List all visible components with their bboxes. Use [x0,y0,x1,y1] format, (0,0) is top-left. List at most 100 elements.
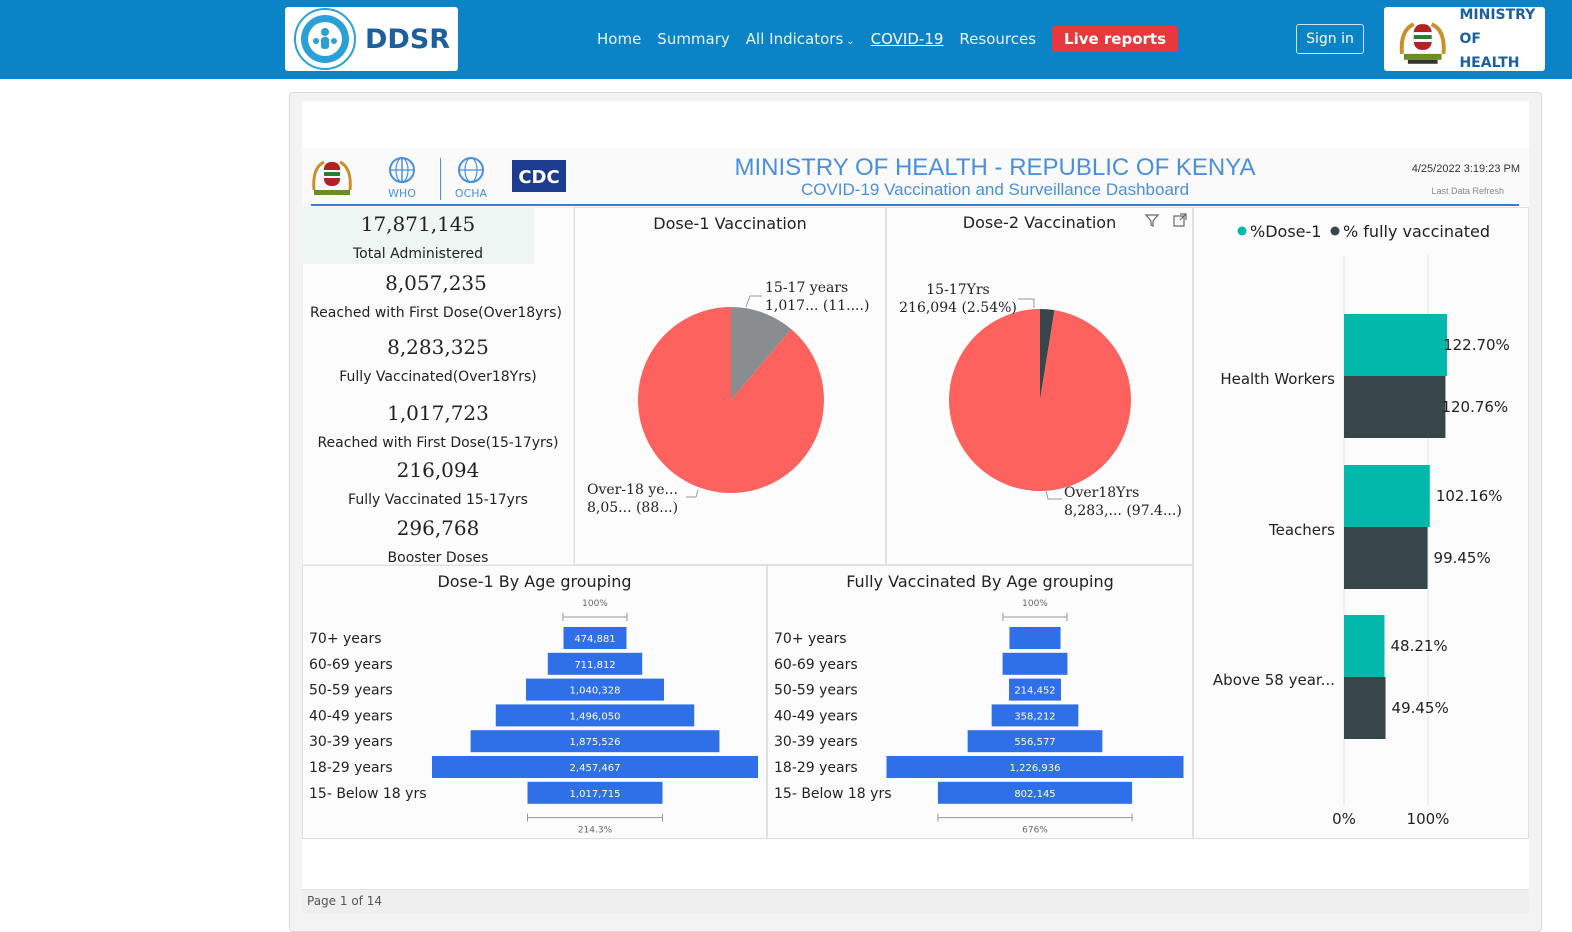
bar-label-0-0: 122.70% [1443,336,1510,354]
nav-all-indicators[interactable]: All Indicators ⌄ [746,30,855,48]
dose1-age-funnel-chart[interactable]: 100% 70+ years 474,881 60-69 years 711,812 50… [302,565,767,839]
ddsr-logo-link[interactable]: DDSR [285,7,458,71]
bar-label-1-0: 102.16% [1436,487,1503,505]
legend-label-1[interactable]: % fully vaccinated [1343,222,1490,241]
dose1-label-over18-name: Over-18 ye... [587,482,678,498]
kpi-total-value: 17,871,145 [360,212,476,236]
nav-covid-19[interactable]: COVID-19 [871,30,944,48]
dose1-age-category-1: 60-69 years [309,657,393,673]
kenya-coat-of-arms-icon [312,160,352,195]
dose2-label-over18-value: 8,283,... (97.4...) [1064,503,1182,519]
bar-label-1-1: 99.45% [1434,549,1491,567]
dose1-label-15-17-value: 1,017... (11....) [765,298,870,314]
bar-label-0-1: 120.76% [1441,398,1508,416]
dose1-label-over18-value: 8,05... (88...) [587,500,679,516]
fully-age-bar-0[interactable] [1009,627,1061,649]
sign-in-button[interactable]: Sign in [1296,24,1364,54]
legend-marker-0 [1237,226,1247,236]
dose2-label-15-17: 15-17Yrs 216,094 (2.54%) [899,281,1017,317]
refresh-time: 4/25/2022 3:19:23 PM [1411,163,1520,175]
kpi-booster-label: Booster Doses [387,550,489,566]
nav-resources[interactable]: Resources [959,30,1036,48]
nav-all-indicators-label: All Indicators [745,30,844,48]
dose1-age-value-4: 1,875,526 [570,737,621,748]
dose2-label-over18-name: Over18Yrs [1064,485,1140,501]
dose1-pie-leader-0 [745,295,762,308]
kpi-fully-over18-value: 8,283,325 [387,335,489,359]
fully-age-value-4: 556,577 [1014,737,1055,748]
fully-age-category-4: 30-39 years [774,734,858,750]
nav-home[interactable]: Home [597,30,641,48]
title-rule [311,204,1519,206]
ocha-logo-icon: OCHA [455,157,488,200]
brand-name: DDSR [365,23,451,55]
fully-age-category-5: 18-29 years [774,760,858,776]
kpi-fully-15-17-label: Fully Vaccinated 15-17yrs [348,492,528,508]
fully-age-bottom-label: 676% [1022,826,1048,836]
dose2-label-15-17-name: 15-17Yrs [926,282,990,298]
dose1-age-category-0: 70+ years [309,631,382,647]
dashboard-subtitle: COVID-19 Vaccination and Surveillance Da… [800,180,1190,199]
bar-1-1[interactable] [1344,527,1428,589]
dashboard-title: MINISTRY OF HEALTH - REPUBLIC OF KENYA [734,154,1256,181]
fully-age-value-2: 214,452 [1014,686,1055,697]
bar-label-2-1: 49.45% [1392,699,1449,717]
category-label-2: Above 58 year... [1213,671,1335,689]
dose2-pie-leader-0 [1018,298,1035,308]
dose1-age-value-3: 1,496,050 [570,711,621,722]
main-nav: Home Summary All Indicators ⌄ COVID-19 Re… [597,25,1194,53]
ministry-line-2: OF HEALTH [1459,31,1520,71]
dose1-age-value-0: 474,881 [574,634,615,645]
bar-0-1[interactable] [1344,376,1446,438]
ddsr-emblem-icon [294,8,356,70]
fully-age-category-3: 40-49 years [774,708,858,724]
dose1-age-value-1: 711,812 [574,660,615,671]
x-tick-0: 0% [1332,810,1356,828]
fully-age-value-6: 802,145 [1014,789,1055,800]
dose1-age-category-5: 18-29 years [309,760,393,776]
occupation-bar-chart[interactable]: %Dose-1 % fully vaccinated 0% 100% Health Wo… [1193,207,1529,839]
ministry-of-health-logo[interactable]: MINISTRY OF HEALTH [1384,7,1545,71]
cdc-logo-icon: CDC [512,160,566,192]
chevron-down-icon: ⌄ [846,36,855,47]
dose1-pie-slice-1[interactable] [638,307,824,494]
bar-0-0[interactable] [1344,314,1448,376]
bar-2-1[interactable] [1344,677,1386,739]
page-indicator[interactable]: Page 1 of 14 [302,889,1529,913]
kenya-coat-of-arms-icon [1399,22,1446,64]
live-reports-button[interactable]: Live reports [1052,26,1179,52]
fully-age-funnel-chart[interactable]: 100% 70+ years 60-69 years 50-59 years 214,4… [767,565,1193,839]
bar-1-0[interactable] [1344,465,1430,527]
dose1-age-value-5: 2,457,467 [570,763,621,774]
dose2-pie-leader-1 [1045,490,1062,500]
dose1-label-over18: Over-18 ye... 8,05... (88...) [587,481,678,517]
fully-age-category-2: 50-59 years [774,683,858,699]
dose1-age-category-3: 40-49 years [309,708,393,724]
category-label-0: Health Workers [1220,370,1335,388]
kpi-fully-15-17-value: 216,094 [396,458,480,482]
dose1-label-15-17-name: 15-17 years [765,280,849,296]
nav-summary[interactable]: Summary [657,30,730,48]
fully-age-bar-1[interactable] [1002,652,1068,675]
kpi-booster-value: 296,768 [396,516,480,540]
dose1-age-category-2: 50-59 years [309,683,393,699]
category-label-1: Teachers [1268,521,1335,539]
legend-label-0[interactable]: %Dose-1 [1250,222,1321,241]
dose2-pie-slice-1[interactable] [949,309,1131,491]
fully-age-value-5: 1,226,936 [1010,763,1061,774]
x-tick-1: 100% [1407,810,1450,828]
ocha-text: OCHA [455,187,488,200]
kpi-first-dose-15-17-value: 1,017,723 [387,401,489,425]
dose1-age-category-4: 30-39 years [309,734,393,750]
logo-divider [440,158,441,200]
kpi-fully-over18-label: Fully Vaccinated(Over18Yrs) [339,369,537,385]
fully-age-category-6: 15- Below 18 yrs [774,786,892,802]
dose2-label-over18: Over18Yrs 8,283,... (97.4...) [1064,484,1182,520]
bar-2-0[interactable] [1344,615,1385,677]
cdc-text: CDC [518,167,559,188]
kpi-first-dose-15-17-label: Reached with First Dose(15-17yrs) [317,435,559,451]
dose1-age-top-label: 100% [582,599,608,609]
dose2-label-15-17-value: 216,094 (2.54%) [899,300,1017,316]
kpi-total-label: Total Administered [353,246,483,262]
fully-age-category-0: 70+ years [774,631,847,647]
